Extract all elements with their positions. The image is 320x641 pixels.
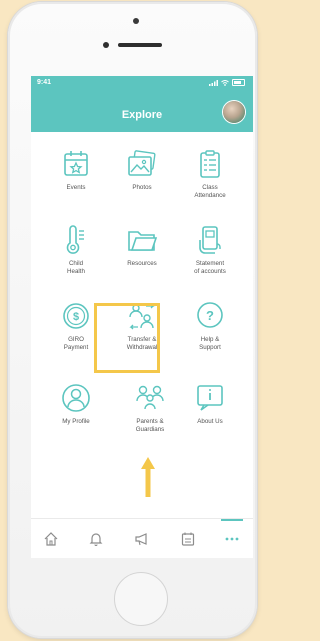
bell-icon[interactable]	[88, 531, 104, 547]
tile-events[interactable]: Events	[41, 148, 111, 208]
tile-class-attendance[interactable]: Class Attendance	[175, 148, 245, 208]
dollar-coin-icon: $	[63, 303, 89, 329]
svg-text:$: $	[73, 311, 79, 323]
front-camera	[103, 42, 109, 48]
folder-icon	[128, 231, 158, 251]
question-bubble-icon: ?	[197, 302, 223, 328]
checklist-icon	[200, 150, 220, 178]
status-time: 9:41	[37, 79, 52, 86]
user-circle-icon	[62, 384, 90, 412]
info-bubble-icon	[197, 385, 223, 411]
speaker-grille	[118, 43, 162, 47]
calendar-star-icon	[64, 151, 88, 176]
tile-label: Events	[66, 184, 86, 191]
calendar-list-icon[interactable]	[180, 531, 196, 547]
active-tab-indicator	[221, 519, 243, 521]
battery-icon	[232, 79, 245, 86]
tile-label: My Profile	[62, 418, 90, 425]
page-title: Explore	[121, 109, 163, 121]
status-icons	[209, 79, 245, 86]
tile-label: Statement of accounts	[194, 260, 226, 275]
signal-icon	[209, 79, 218, 86]
svg-text:?: ?	[206, 308, 214, 323]
photos-icon	[128, 150, 156, 176]
more-dots-icon[interactable]	[224, 531, 240, 547]
app-header: 9:41 Explore	[31, 76, 253, 132]
home-icon[interactable]	[43, 531, 59, 547]
earpiece-dot	[133, 18, 139, 24]
avatar[interactable]	[223, 101, 245, 123]
phone-frame: 9:41 Explore Events Photos Class Attenda…	[8, 2, 257, 638]
tile-child-health[interactable]: Child Health	[41, 224, 111, 284]
tile-statement-of-accounts[interactable]: Statement of accounts	[175, 224, 245, 284]
tile-label: Help & Support	[199, 336, 221, 351]
tile-label: Child Health	[67, 260, 85, 275]
tile-label: Photos	[132, 184, 152, 191]
home-button[interactable]	[114, 572, 168, 626]
tile-help-support[interactable]: ? Help & Support	[175, 300, 245, 360]
megaphone-icon[interactable]	[134, 531, 150, 547]
tile-resources[interactable]: Resources	[107, 224, 177, 284]
family-icon	[136, 385, 164, 410]
tile-photos[interactable]: Photos	[107, 148, 177, 208]
tile-label: Resources	[127, 260, 157, 267]
tile-about-us[interactable]: About Us	[175, 382, 245, 442]
wifi-icon	[221, 79, 229, 86]
arrow-up-icon	[141, 457, 155, 497]
tile-label: Class Attendance	[194, 184, 226, 199]
tile-my-profile[interactable]: My Profile	[41, 382, 111, 442]
highlight-box	[94, 303, 160, 373]
card-in-hand-icon	[199, 226, 221, 254]
tile-label: About Us	[197, 418, 223, 425]
bottom-tab-bar	[31, 518, 253, 558]
thermometer-icon	[66, 225, 84, 254]
